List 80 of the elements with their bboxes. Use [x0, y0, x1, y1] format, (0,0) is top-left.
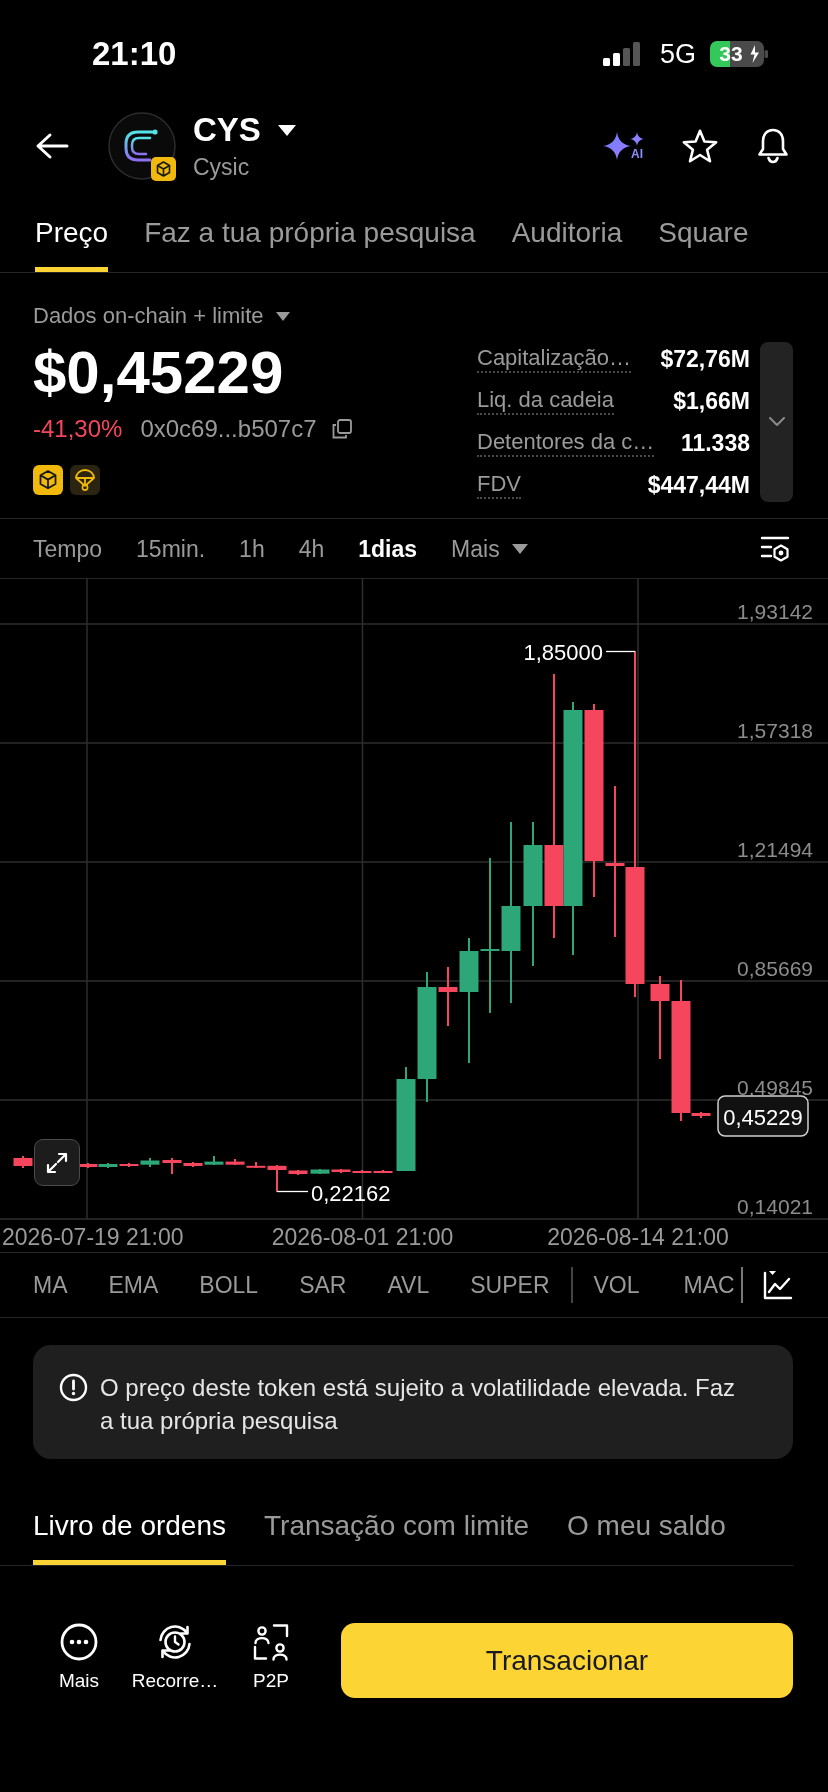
price-axis-label: 1,57318	[737, 718, 813, 742]
indicator-option[interactable]: SUPER	[470, 1271, 550, 1299]
action-button[interactable]: Recorre…	[127, 1623, 223, 1693]
cube-icon[interactable]	[33, 465, 63, 495]
low-price-label: 0,22162	[311, 1180, 391, 1206]
clock-arrows-icon	[156, 1623, 194, 1661]
leader-line	[605, 650, 636, 653]
leader-line	[276, 1190, 309, 1193]
date-axis-label: 2026-08-01 21:00	[271, 1224, 454, 1250]
expand-arrows-icon	[45, 1150, 69, 1175]
parachute-icon[interactable]	[70, 465, 100, 495]
stat-label[interactable]: Liq. da cadeia	[477, 387, 614, 415]
date-axis-label: 2026-07-19 21:00	[2, 1224, 184, 1250]
candle	[13, 1155, 33, 1169]
contract-address: 0x0c69...b507c7	[140, 415, 317, 443]
ai-button[interactable]: AI	[603, 131, 644, 161]
warning-text: O preço deste token está sujeito a volatilidade elevada. Faz a tua própria pesquisa	[100, 1373, 737, 1436]
tab[interactable]: Preço	[35, 216, 109, 272]
tab[interactable]: Transação com limite	[264, 1509, 530, 1565]
caret-down-icon[interactable]	[277, 124, 296, 136]
stat-label[interactable]: Capitalização…	[477, 345, 632, 373]
star-icon[interactable]	[681, 128, 719, 164]
chevron-icon	[768, 417, 785, 427]
people-icon	[252, 1623, 290, 1661]
price-axis-label: 1,93142	[737, 599, 813, 623]
back-arrow-icon[interactable]	[35, 132, 69, 160]
stat-value: $72,76M	[660, 345, 750, 373]
stat-value: $447,44M	[647, 471, 750, 499]
small-sparkle-icon	[630, 131, 644, 146]
price-axis-label: 1,21494	[737, 837, 813, 861]
stat-value: 11.338	[680, 429, 750, 457]
interval-option[interactable]: 1dias	[358, 534, 418, 563]
trade-button[interactable]: Transacionar	[341, 1623, 793, 1698]
indicator-option[interactable]: MA	[33, 1271, 68, 1299]
interval-option[interactable]: 1h	[239, 534, 265, 563]
caret-down-icon	[275, 311, 290, 321]
indicator-option[interactable]: BOLL	[199, 1271, 259, 1299]
stat-label[interactable]: FDV	[477, 471, 521, 499]
last-price-tag: 0,45229	[717, 1095, 809, 1137]
data-source-dropdown[interactable]: Dados on-chain + limite	[33, 303, 290, 329]
stat-label[interactable]: Detentores da c…	[477, 429, 655, 457]
action-button[interactable]: P2P	[223, 1623, 319, 1693]
caret-down-icon	[511, 543, 528, 554]
tab[interactable]: Faz a tua própria pesquisa	[144, 216, 476, 272]
signal-icon	[602, 42, 641, 66]
indicator-option[interactable]: SAR	[299, 1271, 347, 1299]
interval-menu[interactable]: Mais	[451, 534, 528, 563]
stat-value: $1,66M	[673, 387, 750, 415]
indicator-option[interactable]: EMA	[108, 1271, 159, 1299]
indicator-option[interactable]: VOL	[593, 1271, 640, 1299]
tab[interactable]: Auditoria	[511, 216, 623, 272]
action-button[interactable]: Mais	[31, 1623, 127, 1693]
price-value: $0,45229	[33, 341, 284, 405]
line-chart-icon[interactable]	[762, 1270, 793, 1300]
indicator-option[interactable]: MAC	[683, 1271, 735, 1299]
battery-icon	[749, 41, 768, 67]
tab[interactable]: O meu saldo	[567, 1509, 726, 1565]
date-axis-label: 2026-08-14 21:00	[547, 1224, 729, 1250]
fullscreen-button[interactable]	[34, 1139, 80, 1186]
token-symbol[interactable]: CYS	[193, 111, 261, 149]
alert-icon	[59, 1373, 88, 1402]
cube-badge-icon	[151, 157, 176, 181]
network-type: 5G	[659, 38, 696, 70]
indicator-option[interactable]: AVL	[387, 1271, 430, 1299]
high-price-label: 1,85000	[523, 639, 603, 665]
price-axis-label: 0,14021	[737, 1194, 813, 1218]
interval-caption: Tempo	[33, 534, 103, 563]
tab[interactable]: Square	[658, 216, 749, 272]
tab[interactable]: Livro de ordens	[33, 1509, 226, 1565]
price-axis-label: 0,85669	[737, 956, 813, 980]
sparkle-icon	[603, 132, 631, 160]
bell-icon[interactable]	[756, 127, 790, 165]
interval-option[interactable]: 15min.	[136, 534, 206, 563]
price-change: -41,30%	[33, 415, 123, 443]
token-name: Cysic	[193, 153, 250, 181]
interval-option[interactable]: 4h	[298, 534, 325, 563]
copy-icon[interactable]	[331, 419, 352, 439]
status-time: 21:10	[92, 34, 177, 74]
more-icon	[60, 1623, 98, 1661]
chart-settings-icon[interactable]	[760, 534, 790, 563]
